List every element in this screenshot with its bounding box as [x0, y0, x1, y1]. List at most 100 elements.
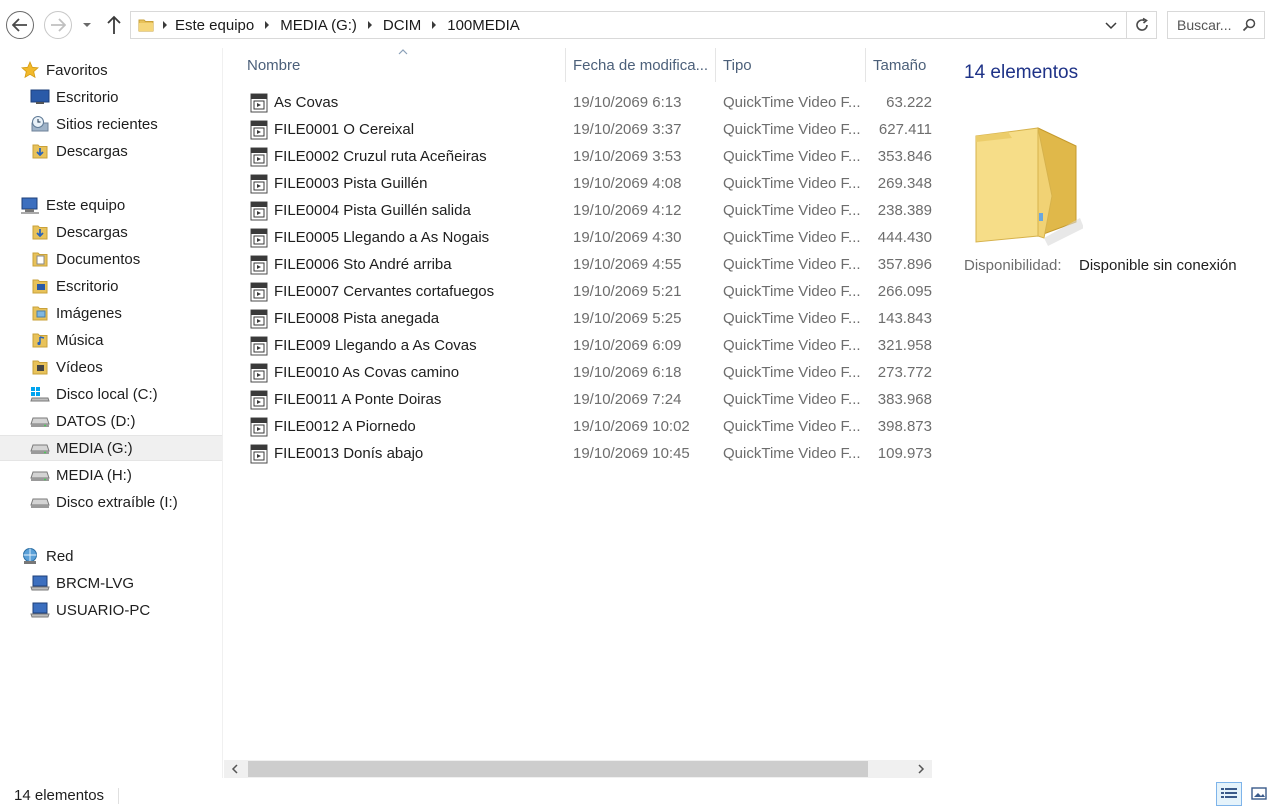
refresh-button[interactable]	[1126, 12, 1156, 38]
sidebar-item-label: USUARIO-PC	[56, 601, 151, 619]
column-header-label: Fecha de modifica...	[573, 56, 709, 74]
file-name: FILE0002 Cruzul ruta Aceñeiras	[274, 148, 487, 165]
file-name: FILE0011 A Ponte Doiras	[274, 391, 442, 408]
breadcrumb-item[interactable]: DCIM	[383, 17, 421, 34]
back-button[interactable]	[6, 11, 34, 39]
file-name: FILE0005 Llegando a As Nogais	[274, 229, 490, 246]
video-file-icon	[250, 444, 268, 464]
column-resize-handle[interactable]	[565, 48, 566, 82]
video-file-icon	[250, 390, 268, 410]
sidebar-item-pictures[interactable]: Imágenes	[0, 300, 222, 326]
scroll-left-button[interactable]	[224, 760, 246, 778]
column-resize-handle[interactable]	[715, 48, 716, 82]
sidebar-item-datos-d[interactable]: DATOS (D:)	[0, 408, 222, 434]
chevron-right-icon[interactable]	[357, 20, 383, 30]
file-row[interactable]: FILE009 Llegando a As Covas 19/10/2069 6:…	[224, 332, 932, 359]
file-row[interactable]: FILE0008 Pista anegada 19/10/2069 5:25 Qui…	[224, 305, 932, 332]
sidebar-group-label: Este equipo	[46, 196, 126, 214]
details-pane: 14 elementos Disponibilidad: Disponible …	[933, 48, 1278, 778]
file-type: QuickTime Video F...	[723, 445, 861, 462]
forward-button[interactable]	[44, 11, 72, 39]
sidebar-item-desktop[interactable]: Escritorio	[0, 84, 222, 110]
pictures-folder-icon	[30, 303, 50, 323]
column-header-label: Tamaño	[873, 56, 927, 74]
sidebar-item-local-disk-c[interactable]: Disco local (C:)	[0, 381, 222, 407]
recent-locations-button[interactable]	[80, 18, 94, 32]
large-icons-view-icon	[1251, 787, 1267, 800]
drive-icon	[30, 411, 50, 431]
sidebar-item-usuario-pc[interactable]: USUARIO-PC	[0, 597, 222, 623]
column-header-date[interactable]: Fecha de modifica...	[573, 48, 714, 82]
file-type: QuickTime Video F...	[723, 418, 861, 435]
sidebar-item-music[interactable]: Música	[0, 327, 222, 353]
file-row[interactable]: FILE0010 As Covas camino 19/10/2069 6:18 Q…	[224, 359, 932, 386]
horizontal-scrollbar[interactable]	[224, 760, 932, 778]
file-row[interactable]: FILE0002 Cruzul ruta Aceñeiras 19/10/2069…	[224, 143, 932, 170]
file-row[interactable]: FILE0006 Sto André arriba 19/10/2069 4:55…	[224, 251, 932, 278]
sidebar-item-desktop-pc[interactable]: Escritorio	[0, 273, 222, 299]
file-size: 353.846	[877, 148, 932, 165]
details-view-button[interactable]	[1216, 782, 1242, 806]
file-row[interactable]: FILE0007 Cervantes cortafuegos 19/10/2069…	[224, 278, 932, 305]
file-row[interactable]: FILE0001 O Cereixal 19/10/2069 3:37 QuickT…	[224, 116, 932, 143]
file-row[interactable]: FILE0004 Pista Guillén salida 19/10/2069 …	[224, 197, 932, 224]
sidebar-item-brcm-lvg[interactable]: BRCM-LVG	[0, 570, 222, 596]
file-name: FILE0012 A Piornedo	[274, 418, 416, 435]
sidebar-item-label: DATOS (D:)	[56, 412, 136, 430]
sidebar-item-media-h[interactable]: MEDIA (H:)	[0, 462, 222, 488]
up-button[interactable]	[104, 14, 124, 36]
sidebar-item-videos[interactable]: Vídeos	[0, 354, 222, 380]
search-box[interactable]	[1167, 11, 1265, 39]
breadcrumb-item[interactable]: 100MEDIA	[447, 17, 520, 34]
sidebar-group-network[interactable]: Red	[0, 543, 222, 569]
chevron-right-icon[interactable]	[254, 20, 280, 30]
scrollbar-thumb[interactable]	[248, 761, 868, 777]
file-date: 19/10/2069 10:02	[573, 418, 690, 435]
column-header-label: Tipo	[723, 56, 752, 74]
drive-icon	[30, 465, 50, 485]
pane-divider[interactable]	[222, 48, 223, 778]
file-size: 444.430	[877, 229, 932, 246]
network-computer-icon	[30, 600, 50, 620]
sidebar-item-downloads-fav[interactable]: Descargas	[0, 138, 222, 164]
file-type: QuickTime Video F...	[723, 283, 861, 300]
sidebar-group-this-pc[interactable]: Este equipo	[0, 192, 222, 218]
sidebar-item-documents[interactable]: Documentos	[0, 246, 222, 272]
video-file-icon	[250, 417, 268, 437]
column-header-size[interactable]: Tamaño	[873, 48, 932, 82]
file-size: 398.873	[877, 418, 932, 435]
file-type: QuickTime Video F...	[723, 391, 861, 408]
file-row[interactable]: FILE0013 Donís abajo 19/10/2069 10:45 Quic…	[224, 440, 932, 467]
file-row[interactable]: FILE0012 A Piornedo 19/10/2069 10:02 Quick…	[224, 413, 932, 440]
downloads-icon	[30, 141, 50, 161]
scroll-right-button[interactable]	[910, 760, 932, 778]
sidebar-item-media-g[interactable]: MEDIA (G:)	[0, 435, 222, 461]
chevron-right-icon[interactable]	[155, 20, 175, 30]
file-row[interactable]: FILE0003 Pista Guillén 19/10/2069 4:08 Qui…	[224, 170, 932, 197]
address-history-button[interactable]	[1104, 18, 1118, 32]
chevron-right-icon[interactable]	[421, 20, 447, 30]
video-file-icon	[250, 201, 268, 221]
file-row[interactable]: FILE0005 Llegando a As Nogais 19/10/2069 …	[224, 224, 932, 251]
address-bar[interactable]: Este equipo MEDIA (G:) DCIM 100MEDIA	[130, 11, 1157, 39]
large-icons-view-button[interactable]	[1246, 782, 1272, 806]
file-name: FILE0006 Sto André arriba	[274, 256, 452, 273]
file-type: QuickTime Video F...	[723, 229, 861, 246]
drive-icon	[30, 438, 50, 458]
column-header-type[interactable]: Tipo	[723, 48, 864, 82]
sidebar-item-downloads[interactable]: Descargas	[0, 219, 222, 245]
file-type: QuickTime Video F...	[723, 175, 861, 192]
navigation-bar: Este equipo MEDIA (G:) DCIM 100MEDIA	[0, 0, 1278, 48]
arrow-up-icon	[107, 15, 121, 34]
file-row[interactable]: As Covas 19/10/2069 6:13 QuickTime Video F…	[224, 89, 932, 116]
column-header-name[interactable]: Nombre	[247, 48, 565, 82]
sidebar-group-favorites[interactable]: Favoritos	[0, 57, 222, 83]
breadcrumb-item[interactable]: Este equipo	[175, 17, 254, 34]
file-row[interactable]: FILE0011 A Ponte Doiras 19/10/2069 7:24 Qu…	[224, 386, 932, 413]
search-input[interactable]	[1177, 17, 1243, 33]
sidebar-item-removable-i[interactable]: Disco extraíble (I:)	[0, 489, 222, 515]
column-resize-handle[interactable]	[865, 48, 866, 82]
breadcrumb-item[interactable]: MEDIA (G:)	[280, 17, 357, 34]
sidebar-item-recent-places[interactable]: Sitios recientes	[0, 111, 222, 137]
file-size: 109.973	[877, 445, 932, 462]
